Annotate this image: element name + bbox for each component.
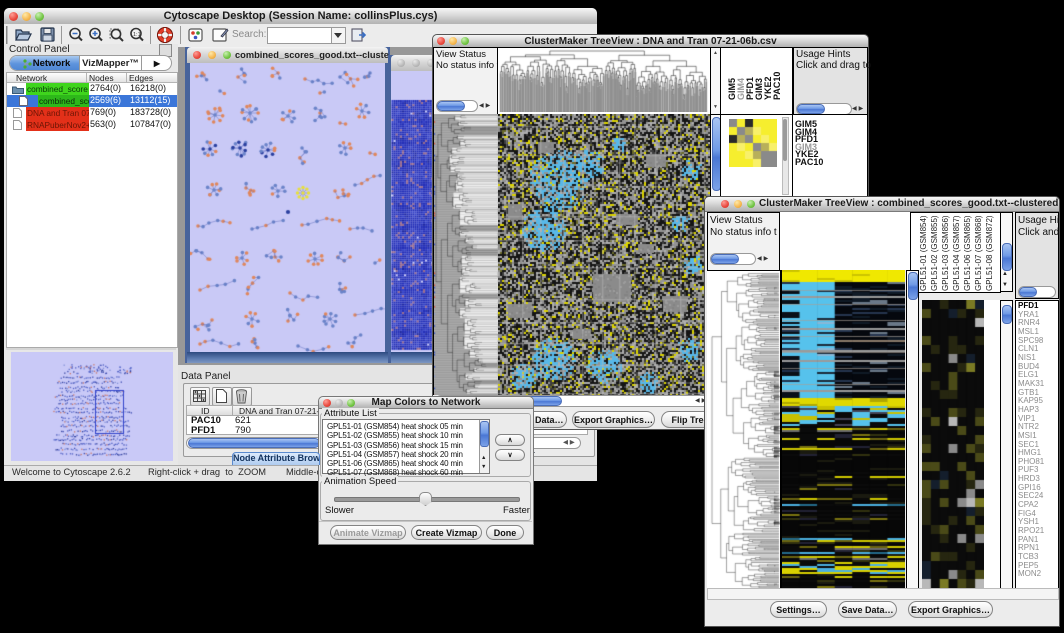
svg-text:1:1: 1:1 (133, 32, 141, 38)
